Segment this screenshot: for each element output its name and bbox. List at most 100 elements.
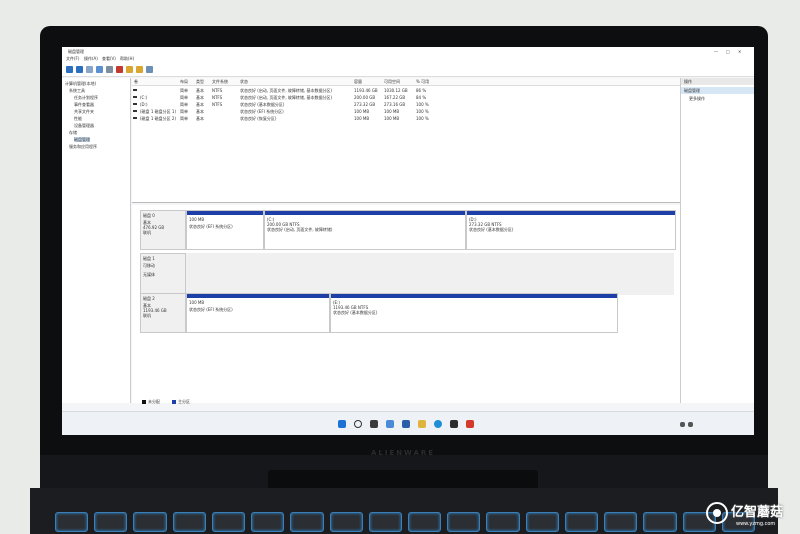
close-icon[interactable]: ✕ <box>738 49 741 54</box>
column-header[interactable]: 文件系统 <box>212 79 228 84</box>
table-cell: 状态良好 (启动, 页面文件, 故障转储, 基本数据分区) <box>240 95 333 100</box>
disk-label[interactable]: 磁盘 1 可移动 无媒体 <box>140 253 186 295</box>
partition-size: 100 MB <box>189 217 205 222</box>
nav-item[interactable]: 设备管理器 <box>74 123 94 128</box>
key <box>407 512 442 532</box>
table-row[interactable]: (磁盘 1 磁盘分区 1) 简单 基本 状态良好 (EFI 系统分区) 100 MB 10… <box>132 108 680 115</box>
volume-icon <box>133 89 137 91</box>
key <box>604 512 638 532</box>
disk-name: 磁盘 2 <box>143 296 155 301</box>
legend-swatch-primary <box>172 400 176 404</box>
disk-label[interactable]: 磁盘 2 基本 1193.46 GB 联机 <box>140 293 186 333</box>
menu-help[interactable]: 帮助(H) <box>120 56 134 61</box>
legend-label: 未分配 <box>148 399 160 404</box>
network-icon[interactable] <box>680 422 685 427</box>
key <box>525 512 559 532</box>
column-header[interactable]: 可用空间 <box>384 79 400 84</box>
key <box>251 512 285 532</box>
nav-item[interactable]: 系统工具 <box>69 88 85 93</box>
forward-icon[interactable] <box>76 65 83 73</box>
partition[interactable]: 100 MB 状态良好 (EFI 系统分区) <box>186 210 264 250</box>
volume-icon <box>133 110 137 112</box>
search-icon[interactable] <box>354 420 362 428</box>
table-cell: 基本 <box>196 102 204 107</box>
column-header[interactable]: 类型 <box>196 79 204 84</box>
window-title: 磁盘管理 <box>68 49 84 54</box>
brand-label: ALIENWARE <box>370 449 436 457</box>
nav-item[interactable]: 共享文件夹 <box>74 109 94 114</box>
file-explorer-icon[interactable] <box>418 420 426 428</box>
table-cell: 1030.12 GB <box>384 88 408 93</box>
nav-item[interactable]: 任务计划程序 <box>74 95 98 100</box>
table-cell: 100 % <box>416 116 429 121</box>
menu-file[interactable]: 文件(F) <box>66 56 79 61</box>
partition[interactable]: 100 MB 状态良好 (EFI 系统分区) <box>186 293 330 333</box>
task-view-icon[interactable] <box>370 420 378 428</box>
app-icon[interactable] <box>466 420 474 428</box>
key <box>329 512 363 532</box>
watermark-url: www.yzmg.com <box>736 521 776 527</box>
column-header[interactable]: 状态 <box>240 79 248 84</box>
table-cell: 1193.46 GB <box>354 88 378 93</box>
back-icon[interactable] <box>66 65 73 73</box>
open-icon[interactable] <box>136 65 143 73</box>
minimize-icon[interactable]: — <box>714 49 718 54</box>
nav-item-selected[interactable]: 磁盘管理 <box>74 137 90 142</box>
table-row[interactable]: (D:) 简单 基本 NTFS 状态良好 (基本数据分区) 273.32 GB 273.16… <box>132 101 680 108</box>
disk-label[interactable]: 磁盘 0 基本 476.92 GB 联机 <box>140 210 186 250</box>
key <box>564 512 599 532</box>
edge-icon[interactable] <box>434 420 442 428</box>
column-header[interactable]: 容量 <box>354 79 362 84</box>
partition[interactable]: (C:) 200.00 GB NTFS 状态良好 (启动, 页面文件, 故障转储… <box>264 210 466 250</box>
table-cell: 100 MB <box>384 109 400 114</box>
disk-status: 联机 <box>143 313 151 318</box>
folder-icon[interactable] <box>126 65 133 73</box>
volume-icon <box>133 96 137 98</box>
partition[interactable]: (E:) 1193.46 GB NTFS 状态良好 (基本数据分区) <box>330 293 618 333</box>
menu-action[interactable]: 操作(A) <box>84 56 98 61</box>
delete-icon[interactable] <box>116 65 123 73</box>
widgets-icon[interactable] <box>386 420 394 428</box>
partition-name: (C:) <box>267 217 275 222</box>
maximize-icon[interactable]: □ <box>726 49 730 54</box>
legend-label: 主分区 <box>178 399 190 404</box>
help-icon[interactable] <box>106 65 113 73</box>
refresh-icon[interactable] <box>146 65 153 73</box>
key <box>211 512 246 532</box>
more-actions-link[interactable]: 更多操作 <box>689 96 705 101</box>
table-cell: 100 MB <box>354 116 370 121</box>
menu-view[interactable]: 查看(V) <box>102 56 116 61</box>
table-cell: 273.16 GB <box>384 102 406 107</box>
partition[interactable]: (D:) 273.32 GB NTFS 状态良好 (基本数据分区) <box>466 210 676 250</box>
nav-item[interactable]: 事件查看器 <box>74 102 94 107</box>
column-header[interactable]: % 可用 <box>416 79 429 84</box>
chat-icon[interactable] <box>402 420 410 428</box>
table-cell: 简单 <box>180 102 188 107</box>
table-cell: 基本 <box>196 88 204 93</box>
start-icon[interactable] <box>338 420 346 428</box>
key <box>133 512 167 532</box>
actions-selected[interactable]: 磁盘管理 <box>681 87 754 94</box>
window-titlebar[interactable]: 磁盘管理 — □ ✕ <box>62 47 754 55</box>
table-cell: 基本 <box>196 95 204 100</box>
taskbar <box>62 411 754 435</box>
table-row[interactable]: (磁盘 1 磁盘分区 2) 简单 基本 状态良好 (恢复分区) 100 MB 100 MB… <box>132 115 680 122</box>
column-header[interactable]: 卷 <box>134 79 138 84</box>
properties-icon[interactable] <box>96 65 103 73</box>
table-row[interactable]: 简单 基本 NTFS 状态良好 (启动, 页面文件, 故障转储, 基本数据分区) 119… <box>132 87 680 94</box>
store-icon[interactable] <box>450 420 458 428</box>
nav-item[interactable]: 性能 <box>74 116 82 121</box>
up-icon[interactable] <box>86 65 93 73</box>
column-header[interactable]: 布局 <box>180 79 188 84</box>
volume-icon[interactable] <box>688 422 693 427</box>
nav-root[interactable]: 计算机管理(本地) <box>65 81 96 86</box>
volume-list: 卷 布局 类型 文件系统 状态 容量 可用空间 % 可用 简单 基本 NTFS 状态良… <box>132 78 680 203</box>
table-cell: (磁盘 1 磁盘分区 1) <box>140 109 177 114</box>
table-row[interactable]: (C:) 简单 基本 NTFS 状态良好 (启动, 页面文件, 故障转储, 基本数据分区… <box>132 94 680 101</box>
actions-pane: 操作 磁盘管理 更多操作 <box>680 78 754 403</box>
navigation-pane: 计算机管理(本地) 系统工具 任务计划程序 事件查看器 共享文件夹 性能 设备管… <box>62 78 131 403</box>
nav-item[interactable]: 存储 <box>69 130 77 135</box>
toolbar <box>62 62 754 77</box>
disk-status: 无媒体 <box>143 272 155 277</box>
nav-item[interactable]: 服务和应用程序 <box>69 144 97 149</box>
